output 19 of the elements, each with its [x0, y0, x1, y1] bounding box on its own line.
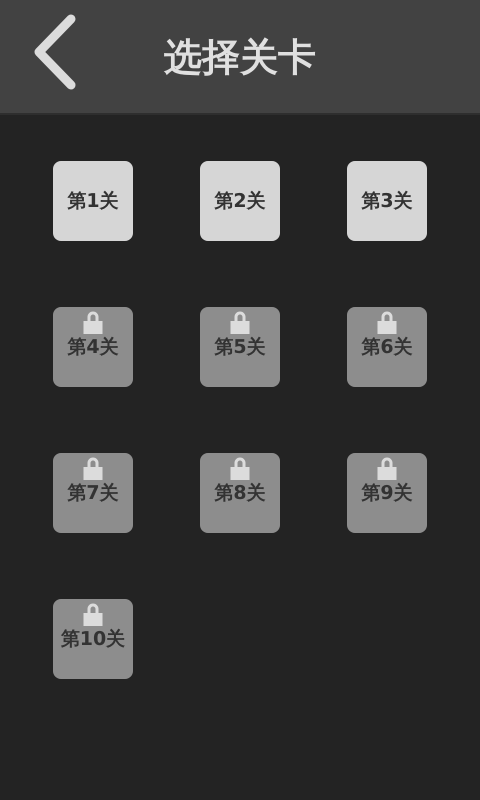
level-button[interactable]: 第3关: [347, 161, 427, 241]
locked-level-button[interactable]: 第6关: [347, 307, 427, 387]
lock-icon: [82, 456, 104, 480]
level-button[interactable]: 第2关: [200, 161, 280, 241]
lock-icon: [376, 310, 398, 334]
locked-level-button[interactable]: 第5关: [200, 307, 280, 387]
lock-icon: [376, 456, 398, 480]
back-icon: [33, 14, 77, 90]
lock-icon: [230, 456, 250, 480]
lock-icon: [82, 310, 104, 334]
level-button[interactable]: 第1关: [53, 161, 133, 241]
locked-level-button[interactable]: 第9关: [347, 453, 427, 533]
locked-level-button[interactable]: 第7关: [53, 453, 133, 533]
locked-level-button[interactable]: 第10关: [53, 599, 133, 679]
locked-level-button[interactable]: 第4关: [53, 307, 133, 387]
lock-icon: [82, 602, 104, 626]
screen-title: 选择关卡: [163, 38, 317, 76]
locked-level-button[interactable]: 第8关: [200, 453, 280, 533]
lock-icon: [230, 310, 250, 334]
